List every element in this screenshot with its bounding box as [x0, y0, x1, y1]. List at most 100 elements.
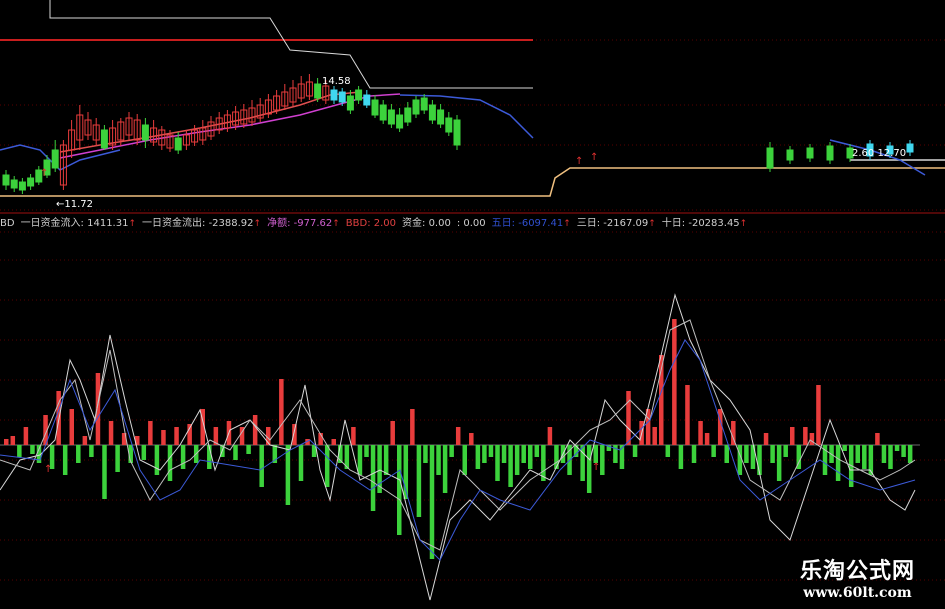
- histogram-bar: [351, 427, 356, 445]
- candle: [100, 129, 108, 149]
- histogram-bar: [62, 445, 68, 475]
- indicator-item: 一日资金流入: 1411.31: [20, 218, 129, 229]
- histogram-bar: [901, 445, 906, 457]
- histogram-bar: [790, 427, 795, 445]
- histogram-bar: [416, 445, 422, 517]
- indicator-item: 净额: -977.62: [267, 218, 333, 229]
- indicator-info-bar: BD 一日资金流入: 1411.31↑ 一日资金流出: -2388.92↑ 净额: -…: [0, 216, 753, 232]
- histogram-bar: [383, 445, 389, 475]
- histogram-bar: [894, 445, 900, 451]
- indicator-item: 一日资金流出: -2388.92: [142, 218, 254, 229]
- histogram-bar: [862, 445, 867, 469]
- histogram-bar: [30, 445, 35, 454]
- candle: [786, 149, 794, 161]
- histogram-bar: [436, 445, 441, 475]
- low-price-label: ←11.72: [56, 199, 93, 210]
- arrow-up-icon: ↑: [44, 464, 52, 475]
- candle: [806, 147, 814, 159]
- candle: [2, 174, 10, 186]
- right-price-label: 2.60 12.70: [852, 148, 906, 159]
- candle: [51, 149, 59, 169]
- histogram-bar: [554, 445, 559, 469]
- histogram-bar: [803, 427, 808, 445]
- histogram-bar: [370, 445, 376, 511]
- arrow-up-icon: ↑: [253, 219, 262, 229]
- candle: [371, 99, 379, 116]
- histogram-bar: [69, 409, 74, 445]
- histogram-bar: [252, 415, 258, 445]
- histogram-bar: [429, 445, 435, 559]
- histogram-bar: [875, 433, 880, 445]
- histogram-bar: [534, 445, 540, 457]
- histogram-bar: [521, 445, 526, 463]
- arrow-up-icon: ↑: [575, 156, 583, 167]
- candle: [826, 145, 834, 161]
- arrow-up-icon: ↑: [332, 219, 340, 229]
- candle: [445, 117, 453, 133]
- histogram-bar: [783, 445, 788, 457]
- histogram-bar: [115, 445, 120, 472]
- histogram-bar: [514, 445, 520, 475]
- candle: [453, 119, 461, 146]
- indicator-item: BD: [0, 218, 15, 229]
- histogram-bar: [233, 445, 238, 460]
- indicator-item: 资金: 0.00: [402, 218, 451, 229]
- histogram-bar: [488, 445, 494, 457]
- histogram-bar: [665, 445, 671, 457]
- histogram-bar: [652, 427, 657, 445]
- histogram-bar: [704, 433, 710, 445]
- arrow-up-icon: ↑: [592, 462, 600, 473]
- histogram-bar: [711, 445, 716, 457]
- histogram-bar: [744, 445, 749, 463]
- histogram-bar: [259, 445, 264, 487]
- histogram-bar: [632, 445, 638, 457]
- histogram-bar: [331, 439, 336, 445]
- arrow-up-icon: ↑: [563, 219, 571, 229]
- histogram-bar: [547, 427, 553, 445]
- histogram-bar: [141, 445, 147, 460]
- histogram-bar: [672, 319, 677, 445]
- candle: [141, 124, 149, 141]
- candle: [404, 107, 412, 123]
- histogram-bar: [285, 445, 291, 505]
- histogram-bar: [455, 427, 461, 445]
- candle: [174, 137, 182, 151]
- histogram-bar: [167, 445, 173, 481]
- candle: [906, 143, 914, 153]
- resistance-line: [49, 0, 533, 89]
- indicator-item: : 0.00: [456, 218, 486, 229]
- candle: [428, 104, 436, 121]
- histogram-bar: [423, 445, 428, 463]
- histogram-bar: [724, 445, 729, 463]
- price-panel[interactable]: ↑ ↑ ↑: [0, 0, 945, 197]
- histogram-bar: [279, 379, 284, 445]
- candle: [18, 181, 26, 191]
- indicator-item: 十日: -20283.45: [661, 218, 740, 229]
- watermark-url: www.60lt.com: [803, 585, 912, 601]
- histogram-bar: [462, 445, 467, 475]
- histogram-bar: [108, 421, 114, 445]
- histogram-bar: [586, 445, 592, 493]
- histogram-bar: [835, 445, 841, 481]
- histogram-bar: [82, 436, 88, 445]
- arrow-up-icon: ↑: [648, 219, 656, 229]
- candle: [412, 99, 420, 115]
- histogram-bar: [855, 445, 860, 463]
- histogram-bar: [357, 445, 363, 475]
- watermark: 乐淘公式网 www.60lt.com: [800, 553, 915, 601]
- candle: [346, 95, 354, 111]
- histogram-bar: [292, 424, 297, 445]
- histogram-bar: [102, 445, 107, 499]
- histogram-bar: [180, 445, 186, 469]
- histogram-bar: [763, 433, 769, 445]
- candle: [387, 109, 395, 125]
- candle: [355, 89, 363, 101]
- histogram-bar: [174, 427, 179, 445]
- histogram-bar: [475, 445, 481, 469]
- histogram-bar: [17, 445, 22, 457]
- ma-blue-mid: [399, 94, 534, 139]
- high-price-label: 14.58: [322, 76, 351, 87]
- arrow-up-icon: ↑: [739, 219, 748, 229]
- indicator-panel[interactable]: ↑ ↑: [0, 293, 920, 601]
- candle: [766, 147, 774, 169]
